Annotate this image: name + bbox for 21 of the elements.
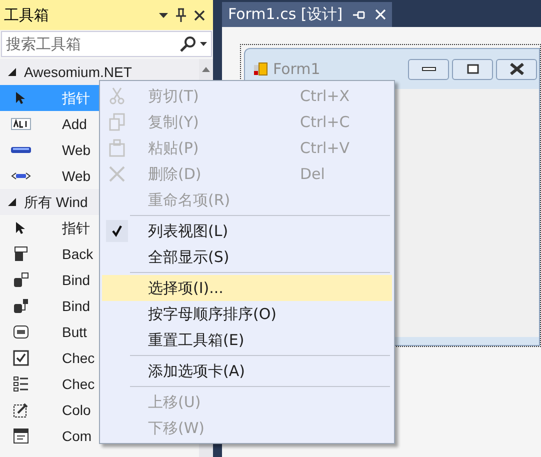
- group-label: Awesomium.NET: [24, 62, 132, 82]
- menu-label: 选择项(I)...: [147, 278, 224, 299]
- menu-label: 按字母顺序排序(O): [147, 304, 278, 325]
- shortcut-label: Ctrl+X: [300, 86, 351, 107]
- menu-label: 删除(D): [147, 164, 202, 185]
- menu-label: 复制(Y): [147, 112, 200, 133]
- menu-label: 重命名项(R): [147, 190, 232, 211]
- menu-label: 添加选项卡(A): [147, 360, 246, 382]
- menu-label: 粘贴(P): [147, 138, 200, 159]
- menu-label: 下移(W): [147, 418, 206, 439]
- shortcut-label: Ctrl+C: [300, 112, 351, 133]
- menu-label: 上移(U): [147, 392, 202, 413]
- menu-label: 剪切(T): [147, 86, 200, 107]
- panel-title: 工具箱: [4, 4, 50, 26]
- shortcut-label: Del: [300, 164, 326, 185]
- menu-label: 重置工具箱(E): [147, 330, 246, 351]
- form-title: Form1: [273, 58, 322, 80]
- menu-label: 列表视图(L): [147, 220, 230, 242]
- menu-label: 全部显示(S): [147, 246, 230, 268]
- group-label: 所有 Wind: [24, 192, 88, 212]
- shortcut-label: Ctrl+V: [300, 138, 351, 159]
